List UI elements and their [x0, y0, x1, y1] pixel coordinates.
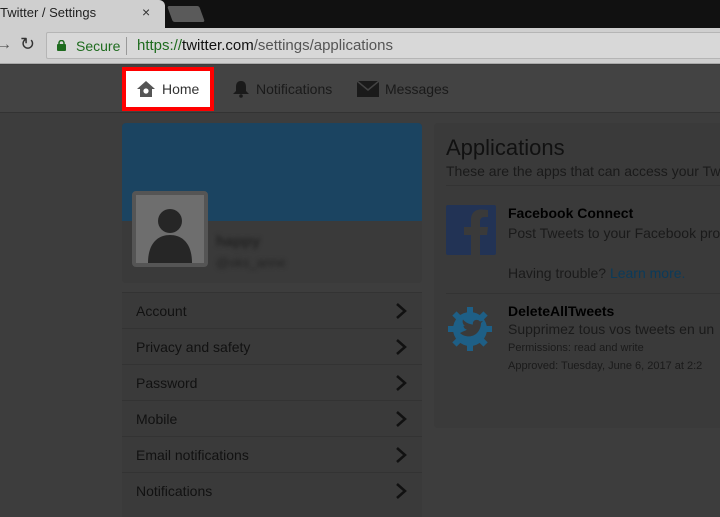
page-subtitle: These are the apps that can access your … [446, 163, 720, 179]
chevron-right-icon [396, 411, 407, 427]
learn-more-link[interactable]: Learn more. [610, 265, 685, 281]
app-approved: Approved: Tuesday, June 6, 2017 at 2:2 [508, 360, 703, 372]
nav-notifications[interactable]: Notifications [232, 65, 332, 113]
settings-item-password[interactable]: Password [122, 364, 422, 400]
chevron-right-icon [396, 483, 407, 499]
bell-icon [233, 81, 249, 98]
chevron-right-icon [396, 339, 407, 355]
url-text[interactable]: https://twitter.com/settings/application… [137, 37, 393, 54]
settings-item-label: Privacy and safety [136, 339, 251, 355]
settings-item-label: Notifications [136, 483, 213, 499]
settings-item-label: Mobile [136, 411, 178, 427]
browser-tab[interactable]: Twitter / Settings × [0, 0, 165, 28]
settings-item-label: Account [136, 303, 187, 319]
home-icon [137, 81, 155, 97]
nav-home[interactable]: Home [122, 67, 214, 111]
page-title: Applications [446, 135, 565, 160]
divider [446, 185, 720, 186]
new-tab-button[interactable] [167, 6, 205, 22]
chevron-right-icon [396, 447, 407, 463]
divider [446, 293, 720, 294]
settings-item-privacy[interactable]: Privacy and safety [122, 328, 422, 364]
nav-messages[interactable]: Messages [357, 65, 449, 113]
browser-toolbar: → ↻ Secure https://twitter.com/settings/… [0, 28, 720, 64]
url-path: /settings/applications [253, 37, 393, 54]
chevron-right-icon [396, 303, 407, 319]
twitter-navbar: Home Notifications Messages [0, 65, 720, 113]
secure-label: Secure [76, 38, 121, 54]
default-avatar-icon [148, 209, 192, 263]
nav-notifications-label: Notifications [256, 81, 333, 97]
chevron-right-icon [396, 375, 407, 391]
address-bar[interactable]: Secure https://twitter.com/settings/appl… [46, 32, 720, 59]
profile-name[interactable]: happy [216, 233, 260, 250]
nav-messages-label: Messages [385, 81, 449, 97]
envelope-icon [357, 81, 379, 97]
applications-panel: Applications These are the apps that can… [434, 123, 720, 428]
profile-handle: @oks_anne [216, 255, 286, 270]
gear-bird-icon [448, 307, 492, 351]
settings-item-label: Password [136, 375, 198, 391]
trouble-text: Having trouble? [508, 265, 607, 281]
settings-item-account[interactable]: Account [122, 292, 422, 328]
lock-icon [57, 40, 66, 51]
app-name-facebook: Facebook Connect [508, 205, 634, 221]
back-arrow-icon[interactable]: → [0, 36, 12, 54]
app-desc-deletealltweets: Supprimez tous vos tweets en un [508, 321, 715, 337]
settings-item-email-notifications[interactable]: Email notifications [122, 436, 422, 472]
app-permissions: Permissions: read and write [508, 342, 644, 354]
app-desc-facebook: Post Tweets to your Facebook pro [508, 225, 720, 241]
settings-menu: Account Privacy and safety Password Mobi… [122, 292, 422, 517]
address-divider [126, 37, 127, 55]
app-name-deletealltweets: DeleteAllTweets [508, 303, 615, 319]
settings-item-label: Email notifications [136, 447, 249, 463]
url-host: twitter.com [182, 37, 254, 54]
settings-item-mobile[interactable]: Mobile [122, 400, 422, 436]
browser-tab-bar: Twitter / Settings × [0, 0, 720, 28]
settings-item-notifications[interactable]: Notifications [122, 472, 422, 508]
reload-icon[interactable]: ↻ [20, 34, 35, 55]
avatar[interactable] [132, 191, 208, 267]
profile-card[interactable]: happy @oks_anne [122, 123, 422, 283]
facebook-logo-icon [446, 205, 496, 255]
close-tab-icon[interactable]: × [142, 4, 150, 20]
app-trouble-facebook: Having trouble? Learn more. [508, 265, 685, 281]
nav-home-label: Home [162, 81, 200, 97]
url-scheme: https:// [137, 37, 183, 54]
tab-title: Twitter / Settings [0, 5, 97, 20]
